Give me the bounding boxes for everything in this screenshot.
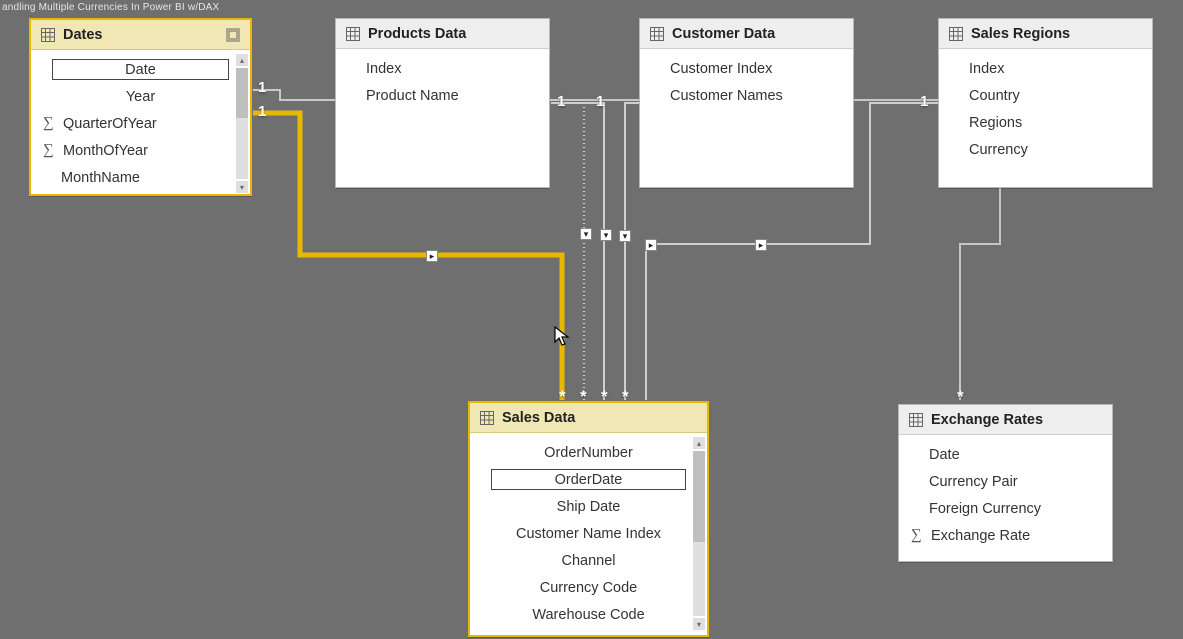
table-header[interactable]: Sales Data (470, 403, 707, 433)
field-ordernumber[interactable]: OrderNumber (470, 439, 707, 466)
field-regions[interactable]: Regions (939, 109, 1152, 136)
table-body: Index Country Regions Currency (939, 49, 1152, 169)
table-header[interactable]: Dates (31, 20, 250, 50)
field-customernames[interactable]: Customer Names (640, 82, 853, 109)
table-icon (41, 28, 55, 42)
table-body: Index Product Name (336, 49, 549, 115)
field-year[interactable]: Year (31, 83, 250, 110)
sigma-icon: ∑ (43, 142, 57, 159)
table-icon (480, 411, 494, 425)
filter-direction-icon: ▾ (600, 229, 612, 241)
field-quarterofyear[interactable]: ∑QuarterOfYear (31, 110, 250, 137)
scroll-up-icon[interactable]: ▴ (693, 437, 705, 449)
table-header[interactable]: Sales Regions (939, 19, 1152, 49)
mouse-cursor (554, 326, 570, 348)
filter-direction-icon: ▾ (580, 228, 592, 240)
table-regions[interactable]: Sales Regions Index Country Regions Curr… (938, 18, 1153, 188)
field-channel[interactable]: Channel (470, 547, 707, 574)
table-sales[interactable]: Sales Data OrderNumber OrderDate Ship Da… (468, 401, 709, 637)
filter-direction-icon: ▾ (619, 230, 631, 242)
table-exchange[interactable]: Exchange Rates Date Currency Pair Foreig… (898, 404, 1113, 562)
cardinality-one: 1 (920, 93, 928, 110)
table-icon (650, 27, 664, 41)
filter-direction-icon: ▸ (426, 250, 438, 262)
table-body: Customer Index Customer Names (640, 49, 853, 115)
scroll-down-icon[interactable]: ▾ (236, 181, 248, 193)
filter-direction-icon: ▸ (755, 239, 767, 251)
table-body: Date Currency Pair Foreign Currency ∑Exc… (899, 435, 1112, 555)
scrollbar[interactable]: ▴ ▾ (236, 54, 248, 193)
cardinality-one: 1 (258, 103, 266, 120)
field-index[interactable]: Index (336, 55, 549, 82)
field-shipdate[interactable]: Ship Date (470, 493, 707, 520)
table-customer[interactable]: Customer Data Customer Index Customer Na… (639, 18, 854, 188)
table-icon (909, 413, 923, 427)
field-customerindex[interactable]: Customer Index (640, 55, 853, 82)
table-body: OrderNumber OrderDate Ship Date Customer… (470, 433, 707, 634)
field-foreigncurrency[interactable]: Foreign Currency (899, 495, 1112, 522)
field-customernameindex[interactable]: Customer Name Index (470, 520, 707, 547)
sigma-icon: ∑ (43, 115, 57, 132)
table-title: Dates (63, 27, 218, 43)
field-warehousecode[interactable]: Warehouse Code (470, 601, 707, 628)
field-currency[interactable]: Currency (939, 136, 1152, 163)
table-products[interactable]: Products Data Index Product Name (335, 18, 550, 188)
table-title: Sales Regions (971, 26, 1142, 42)
field-currencypair[interactable]: Currency Pair (899, 468, 1112, 495)
table-title: Exchange Rates (931, 412, 1102, 428)
expand-icon[interactable] (226, 28, 240, 42)
field-monthname[interactable]: MonthName (31, 164, 250, 191)
table-title: Products Data (368, 26, 539, 42)
scrollbar[interactable]: ▴ ▾ (693, 437, 705, 630)
table-dates[interactable]: Dates Date Year ∑QuarterOfYear ∑MonthOfY… (29, 18, 252, 196)
table-header[interactable]: Customer Data (640, 19, 853, 49)
table-header[interactable]: Exchange Rates (899, 405, 1112, 435)
scroll-down-icon[interactable]: ▾ (693, 618, 705, 630)
filter-direction-icon: ▸ (645, 239, 657, 251)
table-header[interactable]: Products Data (336, 19, 549, 49)
field-date[interactable]: Date (899, 441, 1112, 468)
video-title-overlay: andling Multiple Currencies In Power BI … (2, 2, 219, 13)
field-currencycode[interactable]: Currency Code (470, 574, 707, 601)
table-title: Customer Data (672, 26, 843, 42)
field-date[interactable]: Date (49, 56, 232, 83)
field-exchangerate[interactable]: ∑Exchange Rate (899, 522, 1112, 549)
field-productname[interactable]: Product Name (336, 82, 549, 109)
cardinality-one: 1 (258, 79, 266, 96)
cardinality-one: 1 (557, 93, 565, 110)
field-index[interactable]: Index (939, 55, 1152, 82)
table-icon (949, 27, 963, 41)
field-orderdate[interactable]: OrderDate (488, 466, 689, 493)
cardinality-one: 1 (596, 93, 604, 110)
field-country[interactable]: Country (939, 82, 1152, 109)
table-icon (346, 27, 360, 41)
sigma-icon: ∑ (911, 527, 925, 544)
table-body: Date Year ∑QuarterOfYear ∑MonthOfYear Mo… (31, 50, 250, 197)
field-monthofyear[interactable]: ∑MonthOfYear (31, 137, 250, 164)
scroll-up-icon[interactable]: ▴ (236, 54, 248, 66)
table-title: Sales Data (502, 410, 697, 426)
